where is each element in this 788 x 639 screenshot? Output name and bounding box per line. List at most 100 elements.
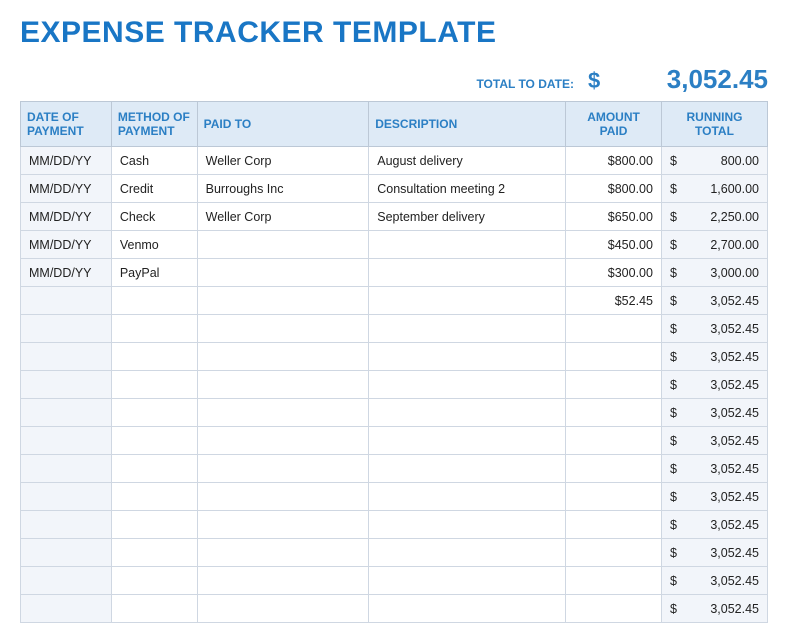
cell-method[interactable] <box>111 427 197 455</box>
cell-paid-to[interactable] <box>197 315 369 343</box>
cell-method[interactable] <box>111 343 197 371</box>
cell-amount[interactable] <box>566 399 662 427</box>
cell-method[interactable] <box>111 595 197 623</box>
cell-method[interactable]: PayPal <box>111 259 197 287</box>
cell-paid-to[interactable] <box>197 483 369 511</box>
cell-date[interactable]: MM/DD/YY <box>21 203 112 231</box>
running-value: 3,052.45 <box>710 546 759 560</box>
cell-paid-to[interactable] <box>197 567 369 595</box>
cell-date[interactable] <box>21 483 112 511</box>
cell-amount[interactable]: $800.00 <box>566 175 662 203</box>
cell-paid-to[interactable] <box>197 231 369 259</box>
table-row: MM/DD/YYCheckWeller CorpSeptember delive… <box>21 203 768 231</box>
cell-description[interactable] <box>369 427 566 455</box>
cell-description[interactable] <box>369 315 566 343</box>
cell-amount[interactable] <box>566 511 662 539</box>
cell-method[interactable] <box>111 511 197 539</box>
cell-running-total: $3,052.45 <box>661 399 767 427</box>
cell-running-total: $3,000.00 <box>661 259 767 287</box>
cell-description[interactable] <box>369 343 566 371</box>
cell-description[interactable]: Consultation meeting 2 <box>369 175 566 203</box>
cell-paid-to[interactable] <box>197 595 369 623</box>
running-dollar-sign: $ <box>670 518 677 532</box>
cell-date[interactable] <box>21 539 112 567</box>
cell-paid-to[interactable]: Weller Corp <box>197 203 369 231</box>
cell-method[interactable] <box>111 483 197 511</box>
cell-date[interactable] <box>21 371 112 399</box>
cell-paid-to[interactable] <box>197 343 369 371</box>
cell-description[interactable] <box>369 539 566 567</box>
cell-description[interactable] <box>369 595 566 623</box>
running-value: 3,052.45 <box>710 490 759 504</box>
header-description: DESCRIPTION <box>369 102 566 147</box>
cell-amount[interactable] <box>566 315 662 343</box>
cell-date[interactable]: MM/DD/YY <box>21 231 112 259</box>
cell-description[interactable] <box>369 231 566 259</box>
running-dollar-sign: $ <box>670 154 677 168</box>
cell-amount[interactable]: $800.00 <box>566 147 662 175</box>
cell-date[interactable] <box>21 343 112 371</box>
cell-method[interactable] <box>111 371 197 399</box>
cell-description[interactable] <box>369 455 566 483</box>
cell-method[interactable]: Credit <box>111 175 197 203</box>
cell-description[interactable] <box>369 483 566 511</box>
cell-date[interactable] <box>21 595 112 623</box>
cell-description[interactable] <box>369 511 566 539</box>
cell-method[interactable] <box>111 399 197 427</box>
cell-description[interactable] <box>369 567 566 595</box>
cell-date[interactable] <box>21 427 112 455</box>
running-dollar-sign: $ <box>670 210 677 224</box>
cell-description[interactable] <box>369 371 566 399</box>
cell-date[interactable] <box>21 287 112 315</box>
running-dollar-sign: $ <box>670 602 677 616</box>
cell-amount[interactable] <box>566 343 662 371</box>
cell-amount[interactable]: $650.00 <box>566 203 662 231</box>
cell-paid-to[interactable] <box>197 371 369 399</box>
cell-description[interactable]: September delivery <box>369 203 566 231</box>
cell-method[interactable] <box>111 315 197 343</box>
cell-description[interactable]: August delivery <box>369 147 566 175</box>
cell-amount[interactable] <box>566 483 662 511</box>
cell-method[interactable]: Venmo <box>111 231 197 259</box>
cell-method[interactable] <box>111 539 197 567</box>
table-row: MM/DD/YYCreditBurroughs IncConsultation … <box>21 175 768 203</box>
cell-paid-to[interactable] <box>197 427 369 455</box>
cell-description[interactable] <box>369 259 566 287</box>
cell-method[interactable]: Cash <box>111 147 197 175</box>
cell-date[interactable]: MM/DD/YY <box>21 175 112 203</box>
cell-method[interactable] <box>111 567 197 595</box>
cell-amount[interactable] <box>566 371 662 399</box>
cell-description[interactable] <box>369 399 566 427</box>
cell-description[interactable] <box>369 287 566 315</box>
cell-date[interactable] <box>21 511 112 539</box>
cell-amount[interactable]: $300.00 <box>566 259 662 287</box>
cell-paid-to[interactable] <box>197 287 369 315</box>
cell-amount[interactable]: $450.00 <box>566 231 662 259</box>
cell-date[interactable]: MM/DD/YY <box>21 147 112 175</box>
cell-method[interactable] <box>111 455 197 483</box>
cell-amount[interactable] <box>566 455 662 483</box>
cell-paid-to[interactable]: Burroughs Inc <box>197 175 369 203</box>
cell-amount[interactable]: $52.45 <box>566 287 662 315</box>
header-amount: AMOUNT PAID <box>566 102 662 147</box>
cell-paid-to[interactable] <box>197 511 369 539</box>
table-row: MM/DD/YYPayPal $300.00$3,000.00 <box>21 259 768 287</box>
cell-method[interactable]: Check <box>111 203 197 231</box>
cell-amount[interactable] <box>566 539 662 567</box>
running-value: 3,052.45 <box>710 518 759 532</box>
cell-date[interactable] <box>21 567 112 595</box>
cell-method[interactable] <box>111 287 197 315</box>
cell-paid-to[interactable] <box>197 539 369 567</box>
cell-amount[interactable] <box>566 427 662 455</box>
cell-paid-to[interactable]: Weller Corp <box>197 147 369 175</box>
cell-date[interactable]: MM/DD/YY <box>21 259 112 287</box>
cell-date[interactable] <box>21 455 112 483</box>
cell-paid-to[interactable] <box>197 399 369 427</box>
cell-amount[interactable] <box>566 567 662 595</box>
cell-paid-to[interactable] <box>197 259 369 287</box>
cell-amount[interactable] <box>566 595 662 623</box>
cell-date[interactable] <box>21 315 112 343</box>
cell-running-total: $2,250.00 <box>661 203 767 231</box>
cell-paid-to[interactable] <box>197 455 369 483</box>
cell-date[interactable] <box>21 399 112 427</box>
